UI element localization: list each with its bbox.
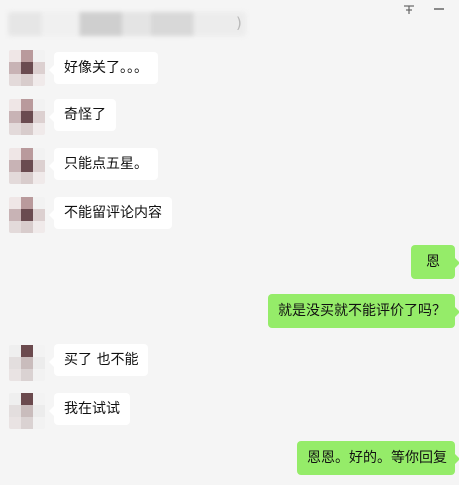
message-bubble[interactable]: 恩 [411, 245, 459, 279]
message-bubble[interactable]: 只能点五星。 [49, 148, 158, 180]
avatar[interactable] [9, 99, 45, 135]
chat-title-blurred [8, 12, 246, 36]
pin-icon[interactable] [400, 1, 418, 19]
avatar[interactable] [9, 345, 45, 381]
avatar[interactable] [9, 50, 45, 86]
avatar[interactable] [9, 148, 45, 184]
message-bubble[interactable]: 就是没买就不能评价了吗？ [268, 294, 459, 328]
title-bar: ) [0, 0, 459, 44]
chat-title-suffix: ) [236, 14, 242, 32]
message-bubble[interactable]: 买了 也不能 [48, 344, 149, 376]
message-bubble[interactable]: 不能留评论内容 [49, 197, 172, 229]
message-bubble[interactable]: 我在试试 [49, 393, 130, 425]
message-bubble[interactable]: 恩恩。好的。等你回复 [297, 441, 459, 475]
avatar[interactable] [9, 393, 45, 429]
minimize-icon[interactable] [430, 0, 448, 18]
message-bubble[interactable]: 好像关了。。。 [49, 52, 158, 84]
message-bubble[interactable]: 奇怪了 [49, 99, 116, 131]
avatar[interactable] [9, 197, 45, 233]
